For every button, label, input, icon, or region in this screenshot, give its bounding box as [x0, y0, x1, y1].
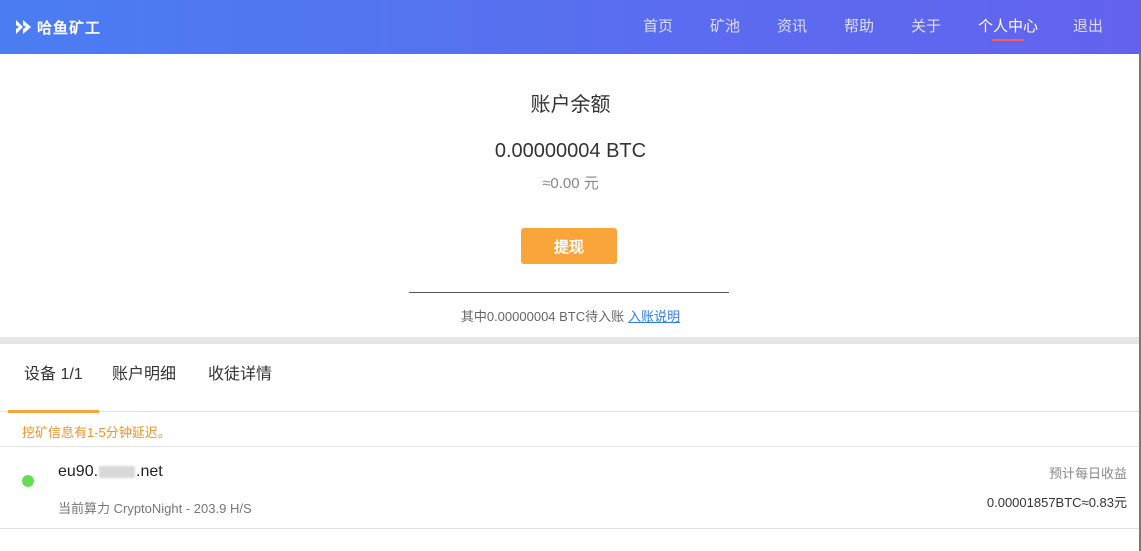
nav-news[interactable]: 资讯 [777, 0, 809, 54]
pending-info: 其中0.00000004 BTC待入账 入账说明 [0, 306, 1141, 325]
withdraw-button[interactable]: 提现 [521, 228, 617, 264]
daily-earnings-label: 预计每日收益 [1048, 466, 1127, 481]
logo-icon [14, 17, 34, 37]
logo[interactable]: 哈鱼矿工 [14, 16, 101, 38]
nav-about[interactable]: 关于 [911, 0, 943, 54]
section-gap [0, 337, 1141, 344]
pending-text: 其中0.00000004 BTC待入账 [460, 309, 625, 324]
balance-cny: ≈0.00 元 [542, 175, 599, 192]
nav-logout[interactable]: 退出 [1073, 0, 1105, 54]
device-name-prefix: eu90. [58, 463, 99, 480]
device-hashrate: 当前算力 CryptoNight - 203.9 H/S [58, 501, 252, 516]
device-name: eu90. .net [58, 463, 163, 481]
tab-devices[interactable]: 设备 1/1 [8, 344, 99, 413]
divider [409, 292, 729, 293]
pending-help-link[interactable]: 入账说明 [628, 309, 680, 324]
delay-notice-text: 挖矿信息有1-5分钟延迟。 [22, 425, 171, 440]
device-name-suffix: .net [136, 463, 163, 480]
device-row[interactable]: eu90. .net 当前算力 CryptoNight - 203.9 H/S 预… [0, 447, 1141, 529]
top-header: 哈鱼矿工 首页 矿池 资讯 帮助 关于 个人中心 退出 [0, 0, 1141, 54]
delay-notice: 挖矿信息有1-5分钟延迟。 [0, 412, 1141, 447]
nav-user-center[interactable]: 个人中心 [978, 0, 1038, 54]
nav-pool[interactable]: 矿池 [710, 0, 742, 54]
balance-title: 账户余额 [530, 94, 611, 116]
tab-account-details[interactable]: 账户明细 [112, 344, 176, 412]
daily-earnings-value: 0.00001857BTC≈0.83元 [986, 495, 1127, 510]
nav-help[interactable]: 帮助 [844, 0, 876, 54]
balance-panel: 账户余额 0.00000004 BTC ≈0.00 元 提现 其中0.00000… [0, 54, 1141, 337]
nav-home[interactable]: 首页 [643, 0, 675, 54]
masked-redaction [99, 465, 136, 478]
logo-text: 哈鱼矿工 [37, 19, 102, 37]
tab-apprentice-details[interactable]: 收徒详情 [208, 344, 272, 412]
tab-bar: 设备 1/1 账户明细 收徒详情 [0, 344, 1141, 413]
balance-amount: 0.00000004 BTC [494, 140, 647, 162]
online-status-icon [22, 475, 34, 487]
